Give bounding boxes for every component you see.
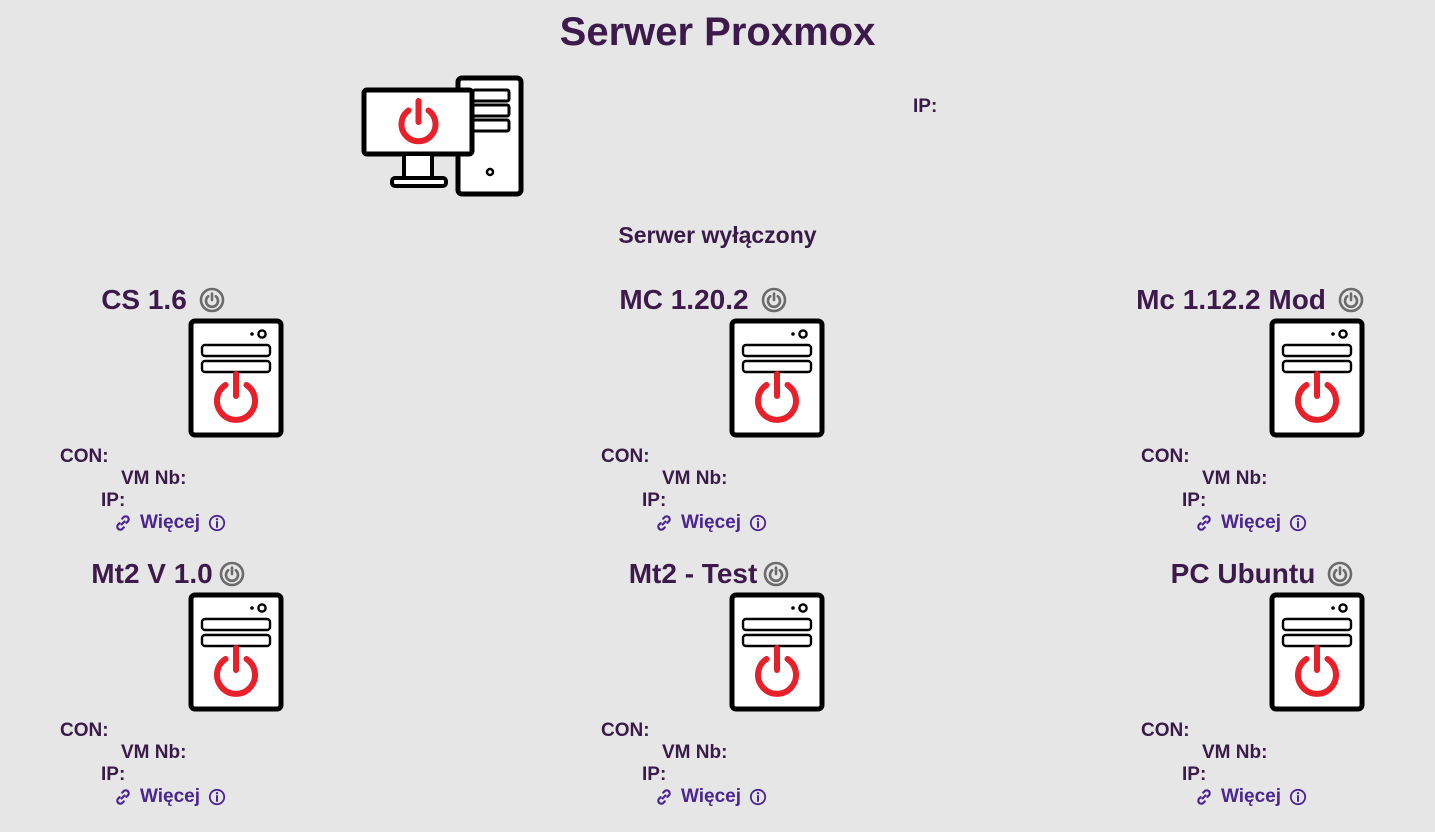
con-label: CON:: [60, 446, 109, 467]
vm-title-row: Mt2 V 1.0: [0, 556, 348, 592]
info-circle-icon[interactable]: [749, 788, 767, 806]
more-link-label: Więcej: [681, 512, 742, 533]
vm-nb-label: VM Nb:: [1202, 742, 1268, 763]
ip-label: IP:: [101, 764, 126, 785]
server-tower-power-icon: [1269, 318, 1365, 438]
ip-label: IP:: [642, 490, 667, 511]
link-icon: [657, 515, 671, 531]
vm-title-row: Mc 1.12.2 Mod: [1070, 282, 1430, 318]
more-link[interactable]: Więcej: [1195, 510, 1307, 536]
vm-nb-label: VM Nb:: [662, 742, 728, 763]
more-link[interactable]: Więcej: [114, 784, 226, 810]
vm-card: MC 1.20.2 CON: VM Nb: IP: Więcej: [601, 282, 961, 542]
more-link-label: Więcej: [681, 786, 742, 807]
link-icon: [657, 789, 671, 805]
power-toggle-icon[interactable]: [761, 287, 787, 313]
info-circle-icon[interactable]: [1289, 788, 1307, 806]
page-title: Serwer Proxmox: [559, 10, 876, 54]
con-label: CON:: [1141, 720, 1190, 741]
power-toggle-icon[interactable]: [1338, 287, 1364, 313]
server-ip-label: IP:: [913, 96, 938, 117]
link-icon: [116, 515, 130, 531]
vm-title-row: Mt2 - Test: [529, 556, 889, 592]
vm-nb-label: VM Nb:: [121, 742, 187, 763]
con-label: CON:: [60, 720, 109, 741]
vm-name: MC 1.20.2: [619, 284, 749, 315]
more-link[interactable]: Więcej: [1195, 784, 1307, 810]
vm-nb-label: VM Nb:: [662, 468, 728, 489]
con-label: CON:: [601, 720, 650, 741]
vm-title-row: PC Ubuntu: [1082, 556, 1435, 592]
server-tower-power-icon: [188, 592, 284, 712]
vm-card: Mc 1.12.2 Mod CON: VM Nb: IP: Więcej: [1136, 282, 1435, 542]
power-toggle-icon[interactable]: [219, 561, 245, 587]
ip-label: IP:: [1182, 764, 1207, 785]
server-tower-power-icon: [729, 592, 825, 712]
info-circle-icon[interactable]: [208, 788, 226, 806]
ip-label: IP:: [101, 490, 126, 511]
desktop-pc-power-icon[interactable]: [360, 74, 526, 198]
more-link[interactable]: Więcej: [655, 784, 767, 810]
vm-name: CS 1.6: [101, 284, 187, 315]
vm-title-row: CS 1.6: [0, 282, 343, 318]
link-icon: [1197, 515, 1211, 531]
vm-name: PC Ubuntu: [1170, 558, 1316, 589]
vm-card: PC Ubuntu CON: VM Nb: IP: Więcej: [1141, 556, 1435, 816]
more-link-label: Więcej: [140, 786, 201, 807]
info-circle-icon[interactable]: [749, 514, 767, 532]
power-toggle-icon[interactable]: [763, 561, 789, 587]
vm-nb-label: VM Nb:: [1202, 468, 1268, 489]
vm-name: Mt2 - Test: [628, 558, 758, 589]
vm-card: CS 1.6 CON: VM Nb: IP: Więcej: [60, 282, 420, 542]
vm-name: Mc 1.12.2 Mod: [1136, 284, 1326, 315]
ip-label: IP:: [642, 764, 667, 785]
link-icon: [1197, 789, 1211, 805]
vm-name: Mt2 V 1.0: [91, 558, 213, 589]
page: Serwer Proxmox IP: Serwer wyłączony CS 1…: [0, 0, 1435, 832]
more-link[interactable]: Więcej: [655, 510, 767, 536]
vm-nb-label: VM Nb:: [121, 468, 187, 489]
vm-card: Mt2 - Test CON: VM Nb: IP: Więcej: [601, 556, 961, 816]
ip-label: IP:: [1182, 490, 1207, 511]
server-status: Serwer wyłączony: [618, 222, 817, 248]
vm-title-row: MC 1.20.2: [523, 282, 883, 318]
info-circle-icon[interactable]: [208, 514, 226, 532]
con-label: CON:: [1141, 446, 1190, 467]
more-link-label: Więcej: [140, 512, 201, 533]
power-toggle-icon[interactable]: [1327, 561, 1353, 587]
con-label: CON:: [601, 446, 650, 467]
more-link-label: Więcej: [1221, 512, 1282, 533]
server-tower-power-icon: [188, 318, 284, 438]
link-icon: [116, 789, 130, 805]
server-tower-power-icon: [1269, 592, 1365, 712]
info-circle-icon[interactable]: [1289, 514, 1307, 532]
server-tower-power-icon: [729, 318, 825, 438]
more-link[interactable]: Więcej: [114, 510, 226, 536]
more-link-label: Więcej: [1221, 786, 1282, 807]
power-toggle-icon[interactable]: [199, 287, 225, 313]
vm-card: Mt2 V 1.0 CON: VM Nb: IP: Więcej: [60, 556, 420, 816]
